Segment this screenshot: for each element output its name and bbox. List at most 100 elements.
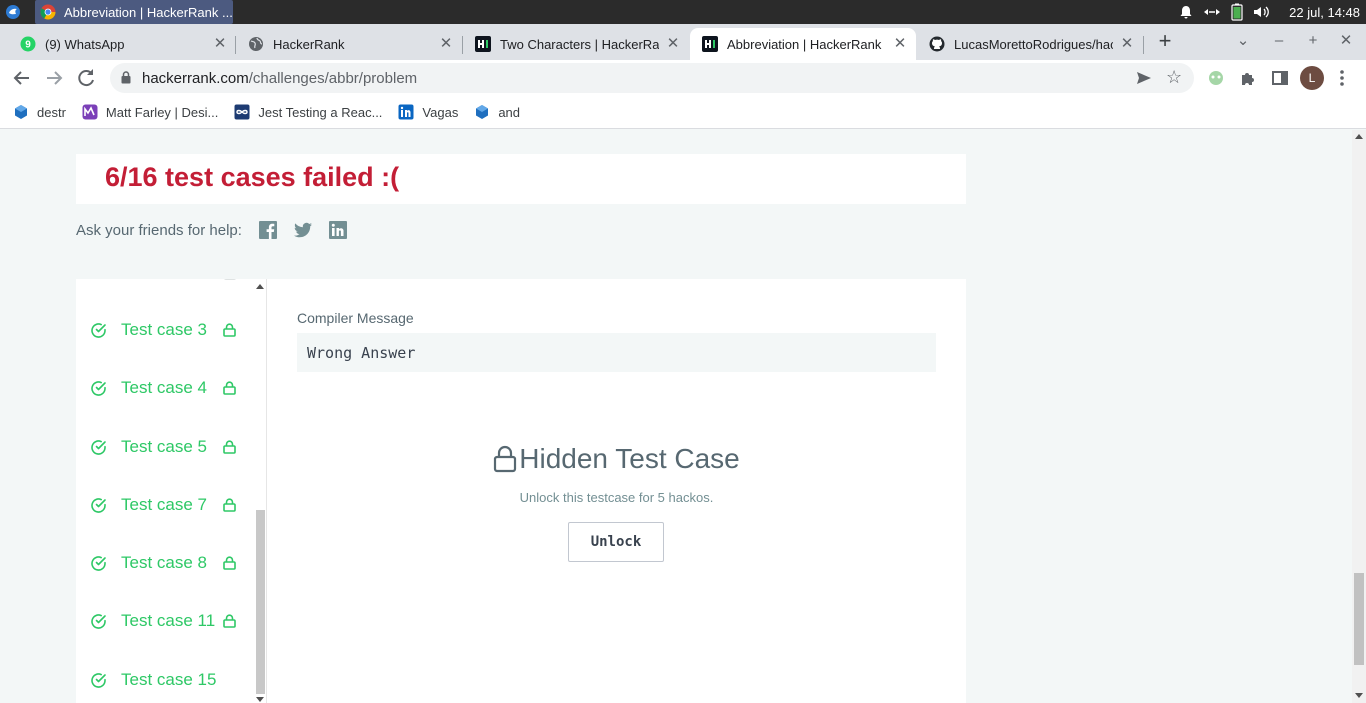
- bookmark-star-icon[interactable]: ☆: [1166, 67, 1186, 87]
- linkedin-icon[interactable]: [328, 220, 348, 240]
- test-case-item[interactable]: Test case 11: [90, 609, 236, 633]
- bookmark-matt-farley[interactable]: Matt Farley | Desi...: [82, 104, 218, 120]
- close-icon[interactable]: ✕: [892, 36, 908, 52]
- infinity-icon: [234, 104, 250, 120]
- tab-github[interactable]: LucasMorettoRodrigues/hackerrank ✕: [917, 28, 1143, 60]
- share-row: Ask your friends for help:: [76, 218, 363, 242]
- forward-arrow-icon[interactable]: [42, 66, 66, 90]
- bookmark-jest-testing[interactable]: Jest Testing a Reac...: [234, 104, 382, 120]
- scroll-thumb[interactable]: [256, 510, 265, 694]
- test-case-name: Test case 5: [121, 437, 207, 456]
- clock[interactable]: 22 jul, 14:48: [1289, 5, 1360, 20]
- test-case-item[interactable]: Test case 7: [90, 493, 236, 517]
- chart-icon: [82, 104, 98, 120]
- scroll-down-arrow-icon[interactable]: [1355, 693, 1363, 698]
- share-label: Ask your friends for help:: [76, 221, 242, 239]
- tab-title: Abbreviation | HackerRank: [727, 36, 882, 52]
- extension-icon[interactable]: [1206, 68, 1226, 88]
- close-icon[interactable]: ✕: [438, 36, 454, 52]
- test-case-name: Test case 4: [121, 378, 207, 397]
- battery-icon[interactable]: [1231, 3, 1243, 21]
- close-icon[interactable]: ✕: [212, 36, 228, 52]
- tab-title: (9) WhatsApp: [45, 36, 125, 52]
- check-circle-icon: [91, 672, 106, 688]
- tab-two-characters[interactable]: Two Characters | HackerRank ✕: [463, 28, 689, 60]
- test-case-item[interactable]: Test case 5: [90, 435, 236, 459]
- maximize-icon[interactable]: +: [1302, 30, 1324, 52]
- taskbar-window-button[interactable]: Abbreviation | HackerRank ...: [35, 0, 233, 24]
- cube-icon: [476, 105, 489, 119]
- tab-hackerrank[interactable]: HackerRank ✕: [236, 28, 462, 60]
- reload-icon[interactable]: [74, 66, 98, 90]
- test-case-item[interactable]: Test case 15: [90, 668, 221, 692]
- check-circle-icon: [91, 380, 106, 396]
- window-close-icon[interactable]: ✕: [1335, 30, 1357, 52]
- lock-icon: [223, 556, 236, 570]
- lock-icon: [223, 614, 236, 628]
- tab-whatsapp[interactable]: 9 (9) WhatsApp ✕: [8, 28, 236, 60]
- send-tab-icon[interactable]: [1134, 68, 1154, 88]
- scroll-up-arrow-icon[interactable]: [256, 284, 264, 289]
- test-case-item[interactable]: Test case 4: [90, 376, 236, 400]
- unlock-note: Unlock this testcase for 5 hackos.: [519, 490, 714, 505]
- result-banner: 6/16 test cases failed :(: [76, 154, 966, 204]
- check-circle-icon: [91, 497, 106, 513]
- svg-text:9: 9: [25, 40, 31, 51]
- lock-icon: [223, 323, 236, 337]
- cube-icon: [15, 105, 27, 119]
- page-content: 6/16 test cases failed :( Ask your frien…: [0, 130, 1352, 703]
- browser-toolbar: hackerrank.com/challenges/abbr/problem ☆: [0, 60, 1366, 96]
- tab-title: HackerRank: [273, 36, 345, 52]
- close-icon[interactable]: ✕: [1119, 36, 1135, 52]
- volume-icon[interactable]: [1253, 5, 1271, 19]
- bookmark-label: destr: [37, 104, 66, 120]
- new-tab-plus-icon[interactable]: +: [1154, 30, 1176, 53]
- padlock-icon: [494, 445, 517, 473]
- lock-icon: [223, 440, 236, 454]
- scroll-thumb[interactable]: [1354, 573, 1364, 665]
- compiler-message-box: Wrong Answer: [297, 333, 936, 372]
- tab-search-chevron-icon[interactable]: ⌄: [1232, 30, 1254, 52]
- bookmark-vagas[interactable]: Vagas: [398, 104, 458, 120]
- tab-abbreviation[interactable]: Abbreviation | HackerRank ✕: [690, 28, 916, 60]
- test-case-list[interactable]: Test case 3 Test case 4 Test case 5 Test ca…: [76, 279, 266, 703]
- xfce-menu-icon[interactable]: [5, 4, 21, 20]
- minimize-icon[interactable]: –: [1268, 30, 1290, 52]
- scroll-down-arrow-icon[interactable]: [256, 697, 264, 702]
- test-case-item[interactable]: Test case 8: [90, 551, 236, 575]
- github-icon: [929, 36, 945, 52]
- hackerrank-icon: [475, 36, 491, 52]
- compiler-message-label: Compiler Message: [297, 310, 414, 326]
- page-scrollbar[interactable]: [1352, 130, 1366, 703]
- close-icon[interactable]: ✕: [665, 36, 681, 52]
- more-menu-icon[interactable]: [1332, 68, 1352, 88]
- bookmark-label: Jest Testing a Reac...: [258, 104, 383, 120]
- url-text[interactable]: hackerrank.com/challenges/abbr/problem: [142, 70, 417, 87]
- unlock-button[interactable]: Unlock: [568, 522, 664, 562]
- facebook-icon[interactable]: [258, 220, 278, 240]
- side-panel-icon[interactable]: [1270, 68, 1290, 88]
- lock-icon[interactable]: [121, 71, 131, 84]
- globe-icon: [249, 37, 263, 51]
- lock-icon: [223, 381, 236, 395]
- puzzle-extensions-icon[interactable]: [1238, 68, 1258, 88]
- profile-avatar[interactable]: L: [1300, 66, 1324, 90]
- network-icon[interactable]: [1203, 5, 1221, 19]
- scroll-up-arrow-icon[interactable]: [1355, 134, 1363, 139]
- address-bar[interactable]: hackerrank.com/challenges/abbr/problem ☆: [110, 63, 1194, 93]
- tab-separator: [1143, 36, 1144, 54]
- test-case-item[interactable]: Test case 3: [90, 318, 236, 342]
- notification-bell-icon[interactable]: [1179, 5, 1193, 19]
- test-list-scrollbar[interactable]: [255, 279, 266, 703]
- panel-divider: [266, 279, 267, 703]
- tab-title: Two Characters | HackerRank: [500, 36, 659, 52]
- url-path: /challenges/abbr/problem: [248, 70, 418, 87]
- linkedin-icon: [398, 104, 414, 120]
- bookmark-destr[interactable]: destr: [13, 104, 66, 120]
- twitter-icon[interactable]: [293, 220, 313, 240]
- taskbar-window-title: Abbreviation | HackerRank ...: [64, 4, 233, 20]
- check-circle-icon: [91, 322, 106, 338]
- test-case-name: Test case 8: [121, 553, 207, 572]
- bookmark-and[interactable]: and: [474, 104, 520, 120]
- back-arrow-icon[interactable]: [10, 66, 34, 90]
